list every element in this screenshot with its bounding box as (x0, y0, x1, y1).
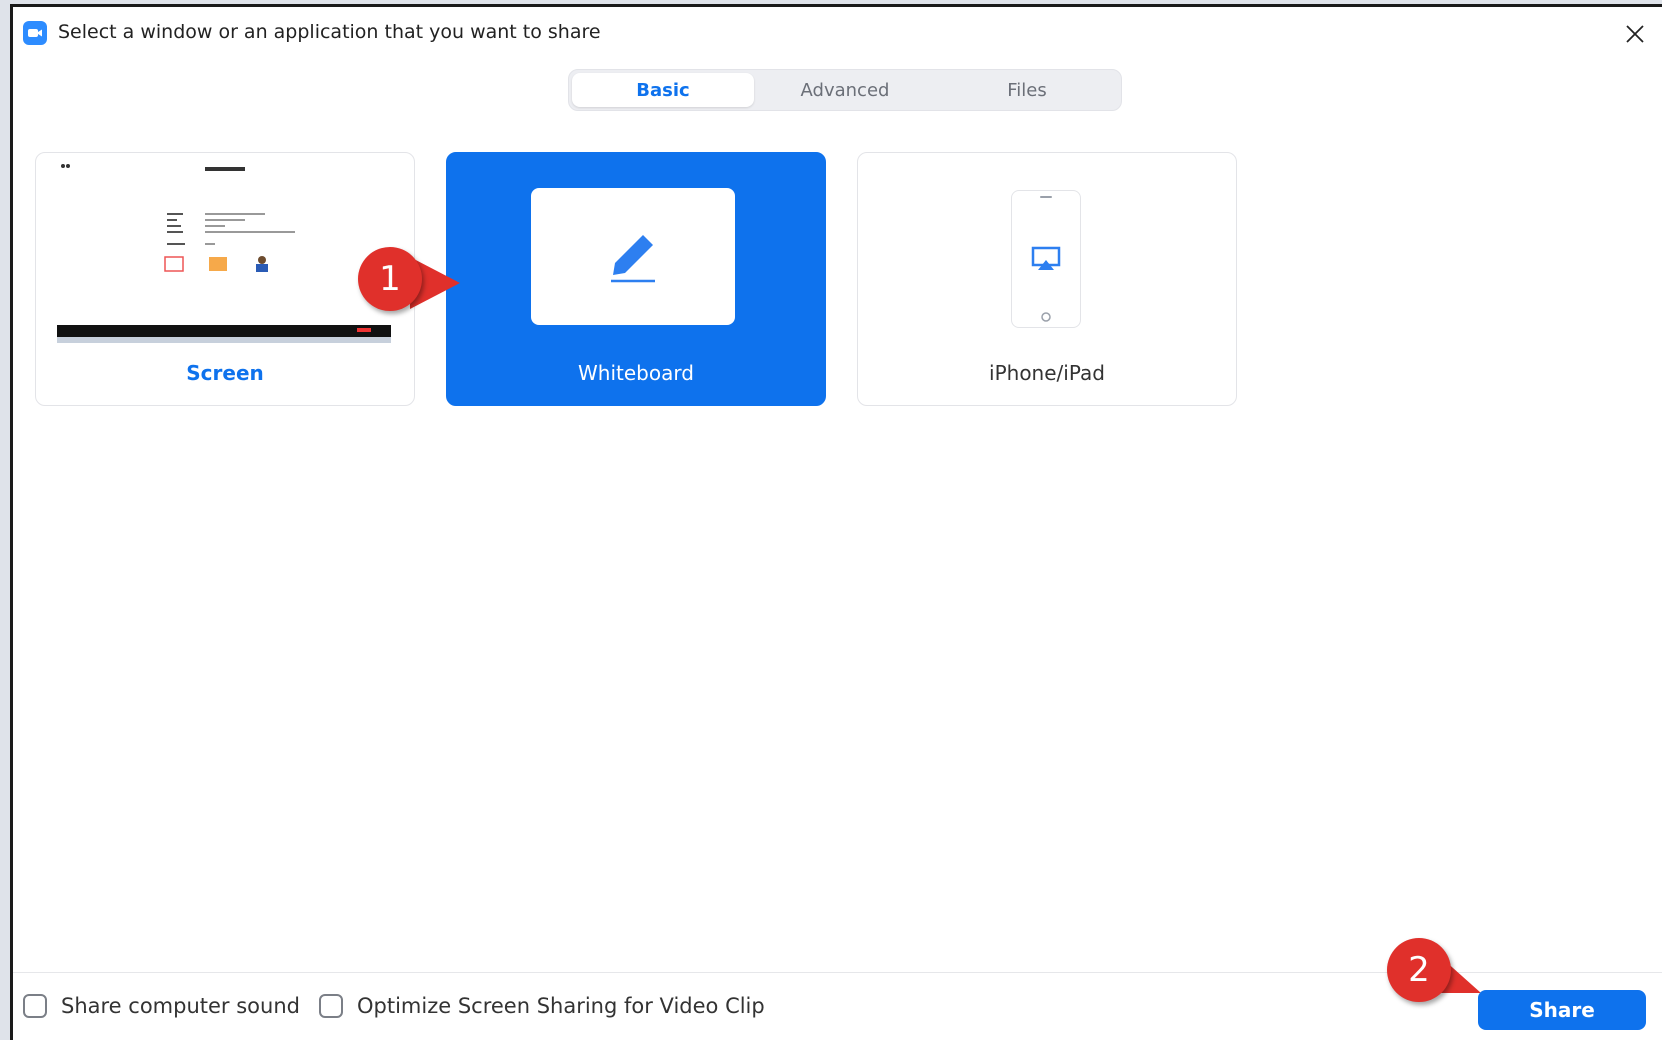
close-icon (1626, 25, 1644, 43)
optimize-video-checkbox[interactable] (319, 994, 343, 1018)
screen-preview-thumbnail (57, 159, 391, 347)
share-tabs: Basic Advanced Files (568, 69, 1122, 111)
dialog-title: Select a window or an application that y… (58, 21, 601, 43)
zoom-app-icon (23, 21, 47, 45)
optimize-video-label: Optimize Screen Sharing for Video Clip (357, 994, 765, 1018)
share-computer-sound-label: Share computer sound (61, 994, 300, 1018)
tab-advanced[interactable]: Advanced (754, 73, 936, 107)
tab-basic[interactable]: Basic (572, 73, 754, 107)
share-computer-sound-option[interactable]: Share computer sound (23, 994, 300, 1018)
iphone-ipad-label: iPhone/iPad (989, 361, 1105, 385)
share-button[interactable]: Share (1478, 990, 1646, 1030)
airplay-icon (1031, 246, 1061, 270)
whiteboard-label: Whiteboard (578, 361, 694, 385)
callout-2: 2 (1387, 938, 1451, 1002)
pencil-icon (611, 234, 655, 282)
share-screen-dialog: Select a window or an application that y… (10, 4, 1662, 1040)
optimize-video-option[interactable]: Optimize Screen Sharing for Video Clip (319, 994, 765, 1018)
screen-label: Screen (186, 361, 264, 385)
phone-preview (1011, 190, 1081, 328)
callout-1: 1 (358, 247, 422, 311)
share-option-iphone-ipad[interactable]: iPhone/iPad (857, 152, 1237, 406)
close-button[interactable] (1618, 17, 1652, 51)
title-bar: Select a window or an application that y… (13, 7, 1662, 59)
share-option-whiteboard[interactable]: Whiteboard (446, 152, 826, 406)
share-computer-sound-checkbox[interactable] (23, 994, 47, 1018)
whiteboard-preview (531, 188, 735, 325)
tab-files[interactable]: Files (936, 73, 1118, 107)
